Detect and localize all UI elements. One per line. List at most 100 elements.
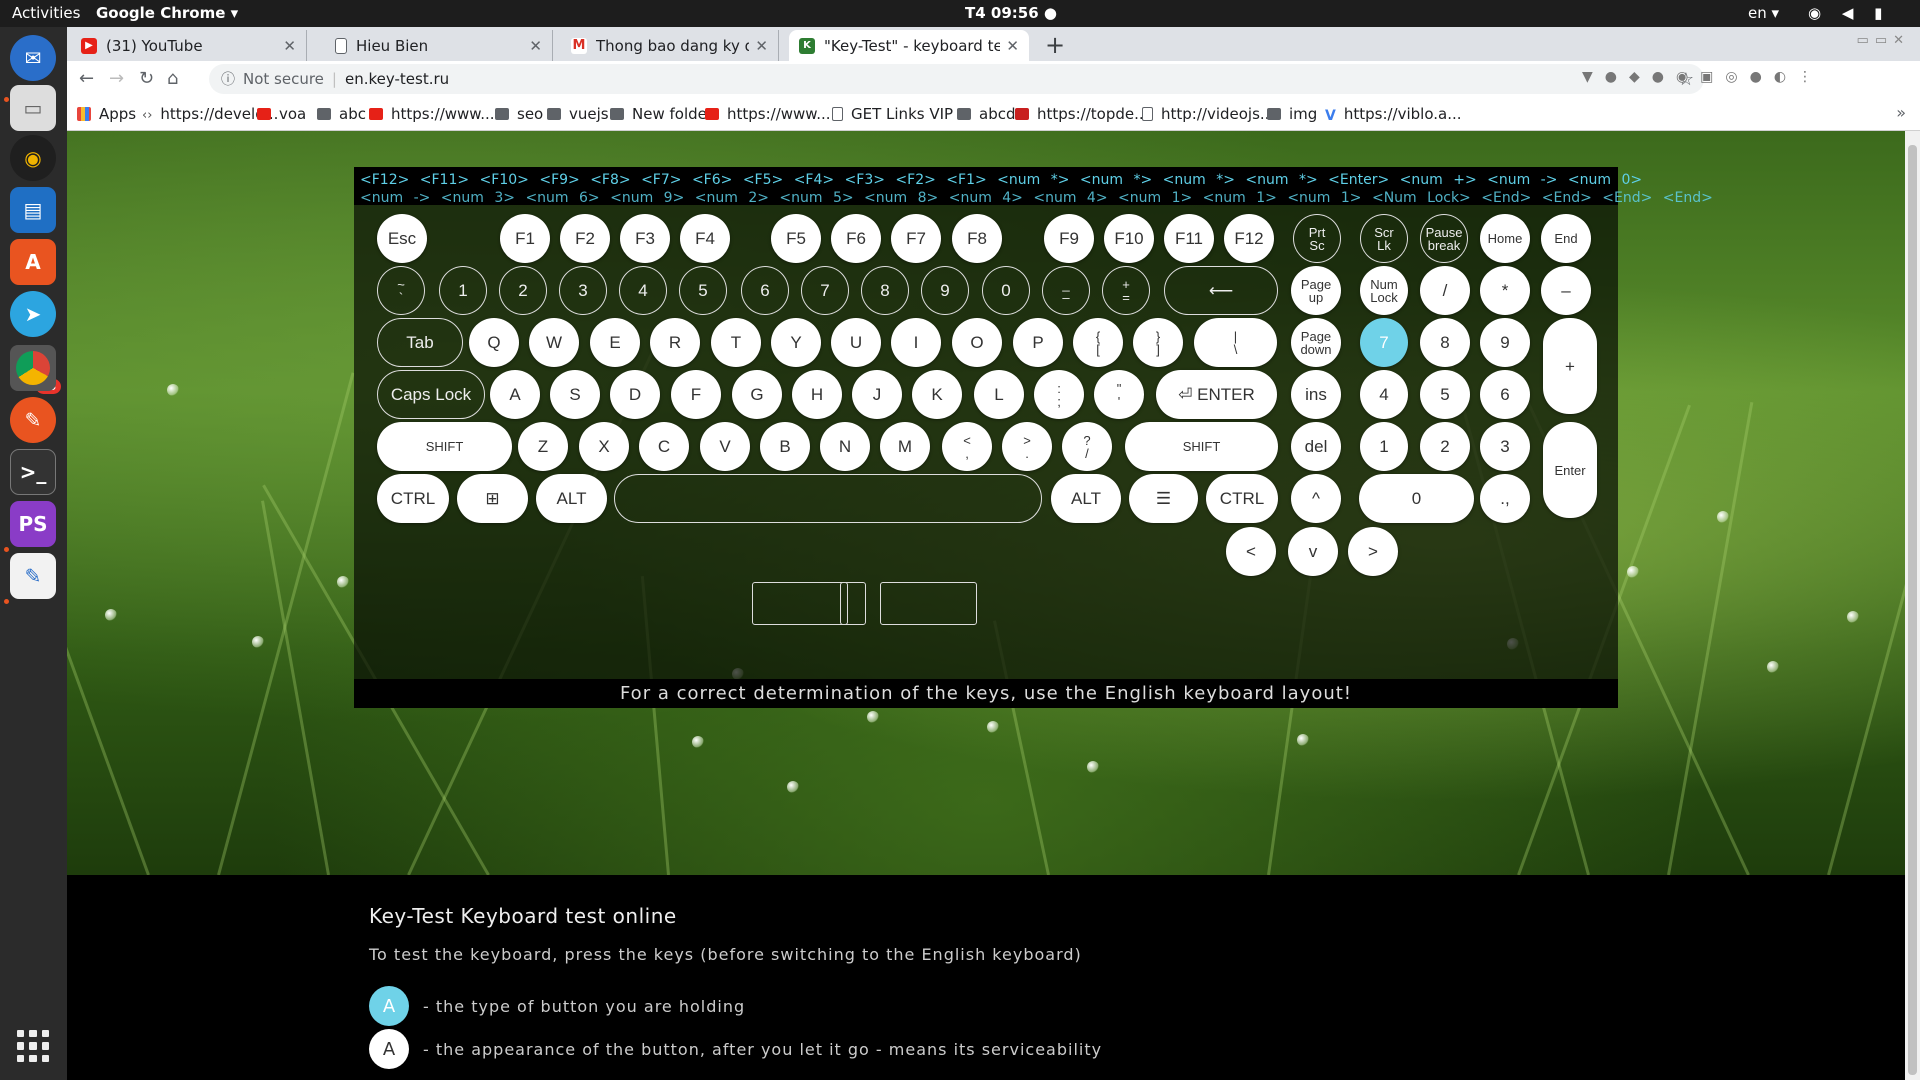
key-equal[interactable]: + = [1102,266,1150,315]
bookmark-folder[interactable]: abc [317,105,366,123]
key-h[interactable]: H [792,370,842,419]
terminal-icon[interactable]: >_ [10,449,56,495]
key-semi[interactable]: : ; [1034,370,1084,419]
key-esc[interactable]: Esc [377,214,427,263]
bookmark-folder[interactable]: New folder [610,105,713,123]
bookmark-folder[interactable]: vuejs [547,105,609,123]
key-ins[interactable]: ins [1291,370,1341,419]
close-icon[interactable]: ✕ [1006,37,1019,55]
key-lshift[interactable]: SHIFT [377,422,512,471]
key-rctrl[interactable]: CTRL [1206,474,1278,523]
key-n1[interactable]: 1 [439,266,487,315]
key-win[interactable]: ⊞ [457,474,528,523]
key-bslash[interactable]: | \ [1194,318,1277,367]
tab-youtube[interactable]: ▶ (31) YouTube ✕ [71,30,307,61]
key-v[interactable]: V [700,422,750,471]
bookmark-folder[interactable]: abcd [957,105,1015,123]
info-icon[interactable]: ⓘ [221,69,235,89]
key-n[interactable]: N [820,422,870,471]
key-np_mul[interactable]: * [1480,266,1530,315]
key-quote[interactable]: " ' [1094,370,1144,419]
key-np3[interactable]: 3 [1480,422,1530,471]
scroll-thumb[interactable] [1908,145,1917,1075]
key-w[interactable]: W [529,318,579,367]
key-down[interactable]: v [1288,527,1338,576]
key-g[interactable]: G [732,370,782,419]
key-n5[interactable]: 5 [679,266,727,315]
key-d[interactable]: D [610,370,660,419]
key-n8[interactable]: 8 [861,266,909,315]
key-x[interactable]: X [579,422,629,471]
close-icon[interactable]: ✕ [283,37,296,55]
back-icon[interactable]: ← [79,68,94,89]
key-f2[interactable]: F2 [560,214,610,263]
key-n6[interactable]: 6 [741,266,789,315]
show-applications-icon[interactable] [17,1030,49,1062]
key-lalt[interactable]: ALT [536,474,607,523]
key-m[interactable]: M [880,422,930,471]
key-e[interactable]: E [590,318,640,367]
key-f12[interactable]: F12 [1224,214,1274,263]
key-q[interactable]: Q [469,318,519,367]
key-prtsc[interactable]: Prt Sc [1293,214,1341,263]
key-menu[interactable]: ☰ [1129,474,1198,523]
rhythmbox-icon[interactable]: ◉ [10,135,56,181]
bookmark-v[interactable]: Vhttps://viblo.a... [1325,105,1462,124]
language-indicator[interactable]: en ▾ [1748,4,1779,22]
key-lctrl[interactable]: CTRL [377,474,449,523]
key-del[interactable]: del [1291,422,1341,471]
forward-icon[interactable]: → [109,68,124,89]
home-icon[interactable]: ⌂ [167,68,178,89]
key-np_enter[interactable]: Enter [1543,422,1597,518]
tab-gmail[interactable]: M Thong bao dang ky dich v ✕ [561,30,779,61]
key-pgup[interactable]: Page up [1291,266,1341,315]
key-np8[interactable]: 8 [1420,318,1470,367]
address-bar[interactable]: ⓘ Not secure | en.key-test.ru ☆ [209,64,1704,94]
system-tray[interactable]: ◉ ◀ ▮ [1808,4,1890,22]
key-space[interactable] [614,474,1042,523]
key-z[interactable]: Z [518,422,568,471]
key-left[interactable]: < [1226,527,1276,576]
reload-icon[interactable]: ↻ [139,68,154,89]
key-numlock[interactable]: Num Lock [1360,266,1408,315]
key-right[interactable]: > [1348,527,1398,576]
key-c[interactable]: C [639,422,689,471]
key-n7[interactable]: 7 [801,266,849,315]
key-rbrace[interactable]: } ] [1133,318,1183,367]
key-p[interactable]: P [1013,318,1063,367]
key-f10[interactable]: F10 [1104,214,1154,263]
scrollbar[interactable] [1905,131,1920,1080]
key-f[interactable]: F [671,370,721,419]
key-i[interactable]: I [891,318,941,367]
more-bookmarks-icon[interactable]: » [1896,103,1906,122]
close-icon[interactable]: ✕ [755,37,768,55]
chrome-icon[interactable] [10,345,56,391]
key-n2[interactable]: 2 [499,266,547,315]
key-y[interactable]: Y [771,318,821,367]
key-backspace[interactable]: ⟵ [1164,266,1278,315]
key-f5[interactable]: F5 [771,214,821,263]
key-caps[interactable]: Caps Lock [377,370,485,419]
key-comma[interactable]: < , [942,422,992,471]
clock[interactable]: T4 09:56 ● [965,4,1057,22]
bookmark-page[interactable]: GET Links VIP ... [832,105,972,123]
new-tab-button[interactable]: + [1045,31,1065,59]
key-np7[interactable]: 7 [1360,318,1408,367]
key-np0[interactable]: 0 [1359,474,1474,523]
key-f1[interactable]: F1 [500,214,550,263]
key-scrlk[interactable]: Scr Lk [1360,214,1408,263]
key-np4[interactable]: 4 [1360,370,1408,419]
key-slash[interactable]: ? / [1062,422,1112,471]
text-editor-icon[interactable]: ✎ [10,553,56,599]
bookmark-folder[interactable]: seo [495,105,543,123]
key-a[interactable]: A [490,370,540,419]
files-icon[interactable]: ▭ [10,85,56,131]
tab-hieu-bien[interactable]: Hieu Bien ✕ [325,30,553,61]
key-f8[interactable]: F8 [952,214,1002,263]
key-enter[interactable]: ⏎ ENTER [1156,370,1277,419]
key-np_sub[interactable]: – [1541,266,1591,315]
key-n4[interactable]: 4 [619,266,667,315]
key-n9[interactable]: 9 [921,266,969,315]
key-r[interactable]: R [650,318,700,367]
url-text[interactable]: en.key-test.ru [345,70,449,88]
